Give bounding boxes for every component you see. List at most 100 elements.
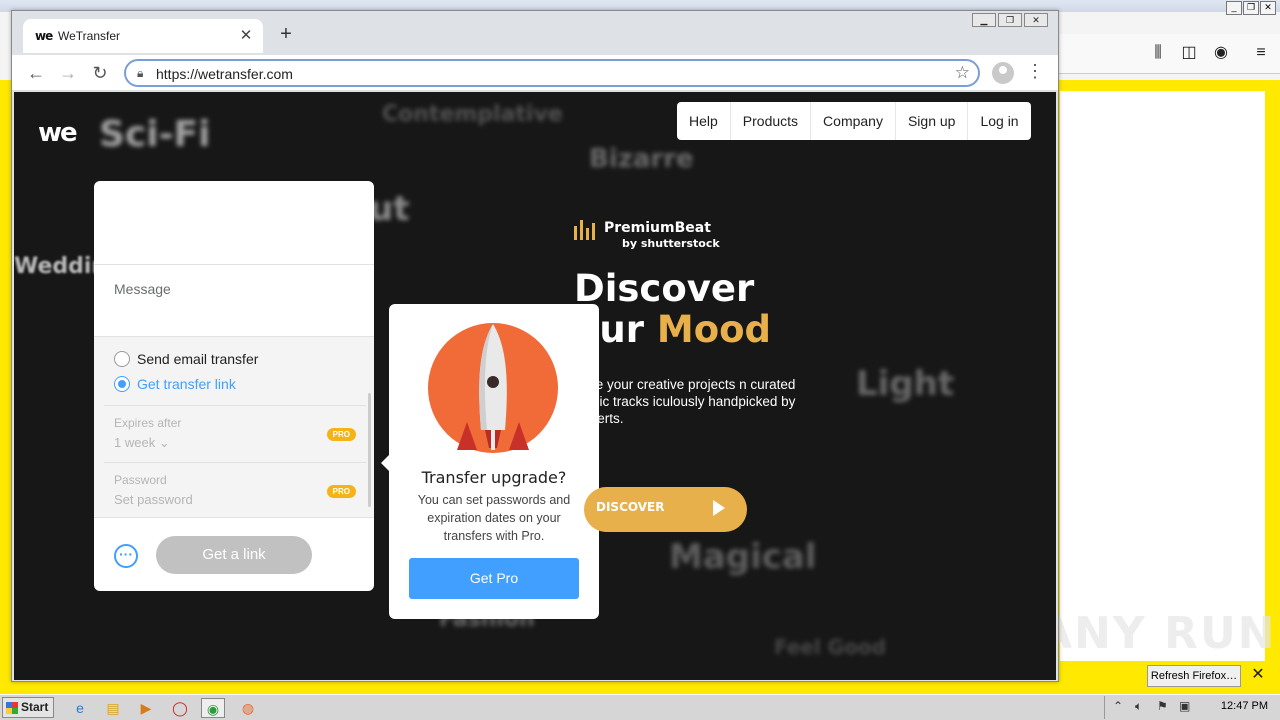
radio-checked-icon[interactable]	[114, 376, 130, 392]
password-placeholder: Set password	[114, 492, 193, 507]
nav-company[interactable]: Company	[811, 102, 896, 140]
nav-log-in[interactable]: Log in	[968, 102, 1030, 140]
library-icon[interactable]: ⫼	[1148, 43, 1168, 63]
brand-sub: by shutterstock	[622, 237, 720, 250]
media-player-icon[interactable]: ▶	[134, 698, 158, 718]
panel-footer: ··· Get a link	[94, 517, 374, 591]
system-tray: ⌃ 🔈︎ ⚑ ▣ 12:47 PM	[1104, 696, 1280, 719]
rocket-illustration	[428, 323, 558, 453]
transfer-panel: Message Send email transfer Get transfer…	[94, 181, 374, 591]
password-label: Password	[114, 473, 167, 487]
reload-icon[interactable]: ↻	[88, 61, 112, 85]
flag-icon[interactable]: ⚑	[1157, 699, 1168, 713]
file-explorer-icon[interactable]: ▤	[101, 698, 125, 718]
start-button[interactable]: Start	[2, 697, 54, 718]
tab-title: WeTransfer	[58, 29, 121, 43]
option-send-email[interactable]: Send email transfer	[114, 351, 258, 367]
brand-name: PremiumBeat	[604, 220, 711, 236]
discover-button[interactable]: DISCOVER	[584, 487, 747, 532]
get-link-button[interactable]: Get a link	[156, 536, 312, 574]
wetransfer-logo[interactable]: we	[38, 118, 78, 148]
popup-title: Transfer upgrade?	[421, 468, 567, 487]
windows-taskbar: Start e ▤ ▶ ◯ ◉ ◍ ⌃ 🔈︎ ⚑ ▣ 12:47 PM	[0, 694, 1280, 720]
background-word: Sci-Fi	[99, 114, 211, 155]
forward-arrow-icon[interactable]: →	[56, 61, 80, 85]
wetransfer-favicon-icon: we	[35, 29, 53, 43]
browser-toolbar: ← → ↻ 🔒︎ https://wetransfer.com ☆ ⋮	[12, 55, 1058, 91]
notification-close-button[interactable]: ✕	[1250, 664, 1266, 684]
ad-heading: Discover our Mood	[574, 267, 772, 351]
expires-after-field[interactable]: Expires after 1 week ⌄ PRO	[104, 405, 366, 462]
background-word-faded: Contemplative	[382, 102, 563, 127]
extension-icon[interactable]: ◉	[1211, 43, 1231, 63]
firefox-toolbar: ⫼ ◫ ◉ ≡	[1058, 34, 1280, 74]
option-link-label: Get transfer link	[137, 376, 236, 392]
sidebar-icon[interactable]: ◫	[1179, 43, 1199, 63]
panel-scrollbar[interactable]	[368, 393, 371, 507]
pro-badge: PRO	[326, 485, 356, 498]
close-window-button[interactable]: ✕	[1260, 1, 1276, 15]
message-placeholder: Message	[114, 281, 171, 297]
background-window-controls: _ ❐ ✕	[1226, 1, 1276, 15]
back-arrow-icon[interactable]: ←	[24, 61, 48, 85]
radio-unchecked-icon[interactable]	[114, 351, 130, 367]
profile-icon[interactable]	[992, 62, 1014, 84]
chevron-down-icon: ⌄	[158, 435, 170, 450]
popup-body: You can set passwords and expiration dat…	[417, 493, 571, 543]
restore-button[interactable]: ❐	[1243, 1, 1259, 15]
chrome-window: we WeTransfer ✕ + ▁ ❐ ✕ ← → ↻ 🔒︎ https:/…	[11, 10, 1059, 682]
background-word-faded: ut	[369, 189, 410, 229]
close-window-button[interactable]: ✕	[1024, 13, 1048, 27]
wetransfer-page: Sci-Fi Contemplative Bizarre Wedding ut …	[14, 92, 1056, 680]
play-icon	[713, 500, 725, 516]
refresh-firefox-button[interactable]: Refresh Firefox…	[1147, 665, 1241, 687]
ad-description: ance your creative projects n curated mu…	[574, 377, 796, 426]
tab-strip: we WeTransfer ✕ + ▁ ❐ ✕	[12, 11, 1058, 55]
maximize-button[interactable]: ❐	[998, 13, 1022, 27]
minimize-button[interactable]: ▁	[972, 13, 996, 27]
transfer-options: Send email transfer Get transfer link Ex…	[94, 337, 374, 517]
nav-products[interactable]: Products	[731, 102, 812, 140]
hamburger-menu-icon[interactable]: ≡	[1251, 43, 1271, 63]
opera-icon[interactable]: ◯	[168, 698, 192, 718]
address-bar[interactable]: 🔒︎ https://wetransfer.com ☆	[124, 59, 980, 87]
password-field[interactable]: Password Set password PRO	[104, 462, 366, 519]
kebab-menu-icon[interactable]: ⋮	[1024, 61, 1046, 82]
anyrun-watermark: ANY RUN	[1038, 608, 1277, 659]
tray-expand-icon[interactable]: ⌃	[1113, 699, 1123, 713]
premiumbeat-ad[interactable]: PremiumBeat by shutterstock Discover our…	[574, 216, 874, 536]
firefox-content-panel	[1060, 91, 1265, 661]
network-icon[interactable]: ▣	[1179, 699, 1190, 713]
firefox-icon[interactable]: ◍	[236, 698, 260, 718]
more-options-button[interactable]: ···	[114, 544, 138, 568]
expires-label: Expires after	[114, 416, 182, 430]
nav-help[interactable]: Help	[677, 102, 731, 140]
message-field[interactable]: Message	[94, 265, 374, 337]
option-get-link[interactable]: Get transfer link	[114, 376, 236, 392]
lock-icon: 🔒︎	[137, 66, 144, 80]
discover-label: DISCOVER	[596, 500, 665, 514]
premiumbeat-logo-icon	[574, 220, 595, 240]
expires-value: 1 week ⌄	[114, 435, 170, 450]
star-icon[interactable]: ☆	[955, 63, 970, 83]
background-word-faded: Feel Good	[774, 635, 887, 659]
tab-close-icon[interactable]: ✕	[237, 26, 255, 44]
internet-explorer-icon[interactable]: e	[68, 698, 92, 718]
new-tab-button[interactable]: +	[274, 23, 298, 46]
tab-wetransfer[interactable]: we WeTransfer ✕	[23, 19, 263, 53]
top-navigation: Help Products Company Sign up Log in	[677, 102, 1031, 140]
upgrade-popup: Transfer upgrade? You can set passwords …	[381, 304, 599, 619]
background-word: Magical	[669, 537, 817, 577]
window-controls: ▁ ❐ ✕	[972, 13, 1048, 27]
chrome-icon[interactable]: ◉	[201, 698, 225, 718]
url-text[interactable]: https://wetransfer.com	[156, 66, 293, 82]
volume-icon[interactable]: 🔈︎	[1135, 699, 1142, 714]
option-email-label: Send email transfer	[137, 351, 259, 367]
background-word: Bizarre	[589, 144, 694, 174]
panel-title-area[interactable]	[94, 181, 374, 265]
minimize-button[interactable]: _	[1226, 1, 1242, 15]
windows-logo-icon	[6, 702, 18, 714]
nav-sign-up[interactable]: Sign up	[896, 102, 969, 140]
get-pro-button[interactable]: Get Pro	[409, 558, 579, 599]
clock: 12:47 PM	[1220, 700, 1268, 712]
